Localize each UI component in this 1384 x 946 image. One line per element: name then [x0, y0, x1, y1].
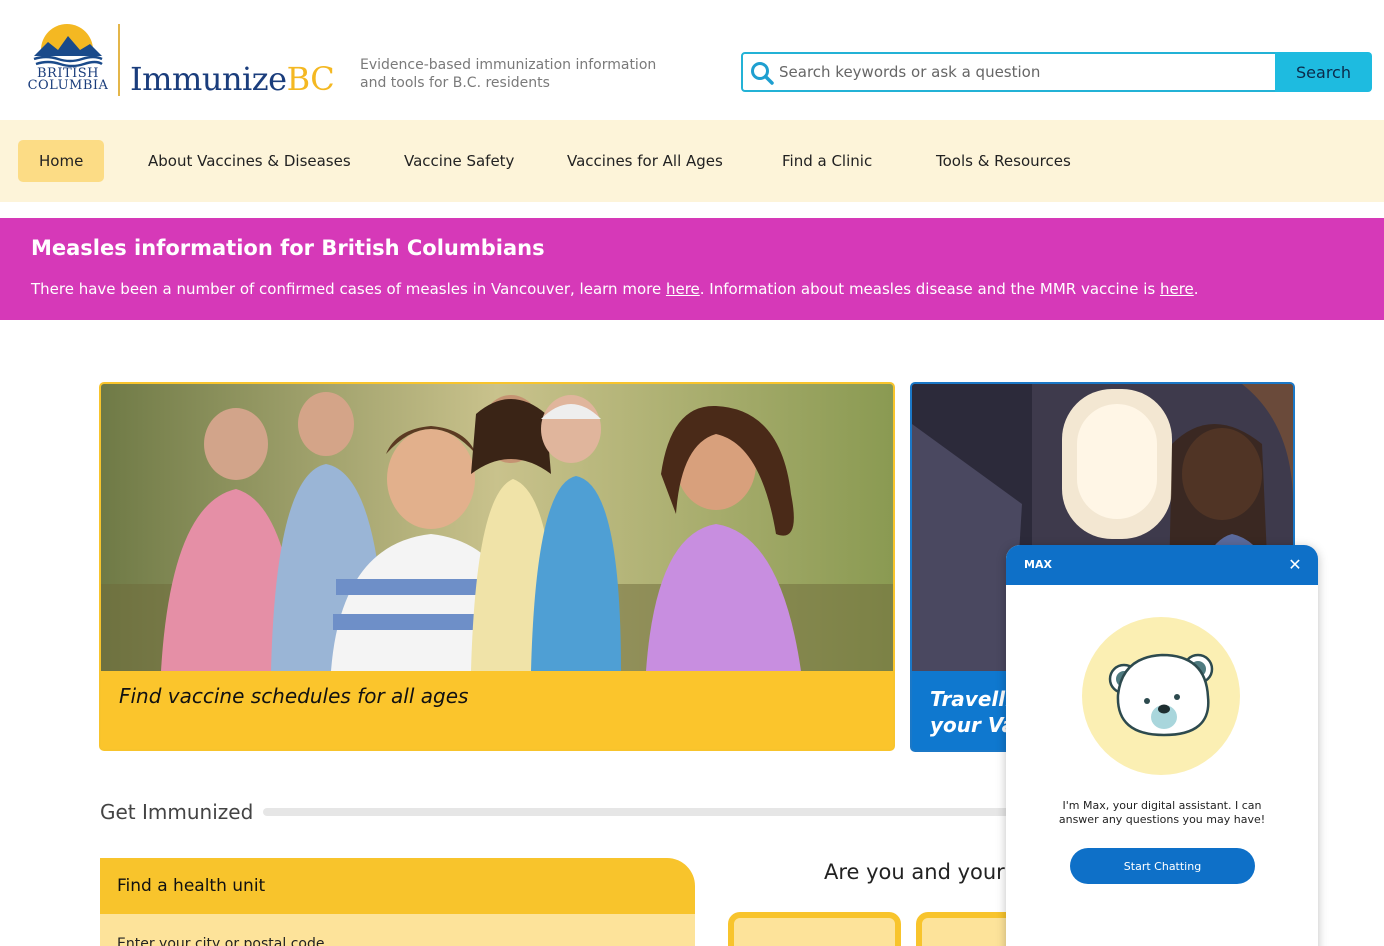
search-button[interactable]: Search	[1275, 52, 1372, 92]
nav-item-find-clinic[interactable]: Find a Clinic	[782, 140, 872, 182]
alert-text: There have been a number of confirmed ca…	[31, 280, 1199, 298]
health-unit-body: Enter your city or postal code	[100, 914, 695, 946]
immunizebc-logo[interactable]: BRITISH COLUMBIA ImmunizeBC	[22, 22, 335, 100]
start-chatting-button[interactable]: Start Chatting	[1070, 848, 1255, 884]
nav-item-home[interactable]: Home	[18, 140, 105, 182]
chat-widget: MAX ✕ I'm Max, your digital assistant. I…	[1006, 545, 1318, 946]
chat-greeting: I'm Max, your digital assistant. I can a…	[1058, 799, 1266, 826]
logo-divider	[118, 24, 120, 96]
nav-item-label: Tools & Resources	[936, 152, 1071, 170]
main-nav: Home About Vaccines & Diseases Vaccine S…	[0, 120, 1384, 276]
search-icon	[751, 62, 774, 85]
card-caption: Find vaccine schedules for all ages	[119, 684, 469, 708]
alert-title: Measles information for British Columbia…	[31, 236, 545, 260]
health-unit-title: Find a health unit	[117, 876, 266, 896]
nav-item-label: About Vaccines & Diseases	[148, 152, 351, 170]
nav-item-label: Find a Clinic	[782, 152, 873, 170]
nav-item-vaccine-safety[interactable]: Vaccine Safety	[404, 140, 514, 182]
polar-bear-icon	[1108, 653, 1214, 737]
alert-link-mmr[interactable]: here	[1160, 280, 1194, 298]
bc-wordmark: BRITISH COLUMBIA	[27, 66, 109, 93]
health-unit-header: Find a health unit	[100, 858, 695, 914]
nav-item-vaccines-all-ages[interactable]: Vaccines for All Ages	[567, 140, 723, 182]
bear-avatar	[1082, 617, 1240, 775]
section-divider	[263, 808, 1023, 816]
feature-card-schedules[interactable]: Find vaccine schedules for all ages	[99, 382, 895, 751]
measles-alert-banner: Measles information for British Columbia…	[0, 218, 1384, 320]
search-input[interactable]	[779, 54, 1269, 90]
alert-link-cases[interactable]: here	[666, 280, 700, 298]
nav-item-about-vaccines[interactable]: About Vaccines & Diseases	[148, 140, 351, 182]
section-title: Get Immunized	[100, 800, 254, 824]
health-unit-field-label: Enter your city or postal code	[117, 936, 325, 946]
logo-wordmark: ImmunizeBC	[130, 60, 335, 98]
nav-item-tools-resources[interactable]: Tools & Resources	[936, 140, 1071, 182]
bc-government-logo: BRITISH COLUMBIA	[22, 22, 112, 100]
health-unit-finder: Find a health unit Enter your city or po…	[100, 858, 695, 946]
age-option-tile[interactable]	[728, 912, 901, 946]
search-box	[741, 52, 1277, 92]
nav-item-label: Vaccines for All Ages	[567, 152, 723, 170]
close-icon[interactable]: ✕	[1284, 554, 1306, 576]
chat-title: MAX	[1024, 558, 1052, 571]
site-header: BRITISH COLUMBIA ImmunizeBC Evidence-bas…	[0, 0, 1384, 120]
site-tagline: Evidence-based immunization information …	[360, 57, 657, 91]
chat-header: MAX ✕	[1006, 545, 1318, 585]
sun-mountain-icon	[22, 24, 112, 76]
family-photo	[101, 384, 893, 671]
age-question-heading: Are you and your f	[824, 860, 1019, 884]
